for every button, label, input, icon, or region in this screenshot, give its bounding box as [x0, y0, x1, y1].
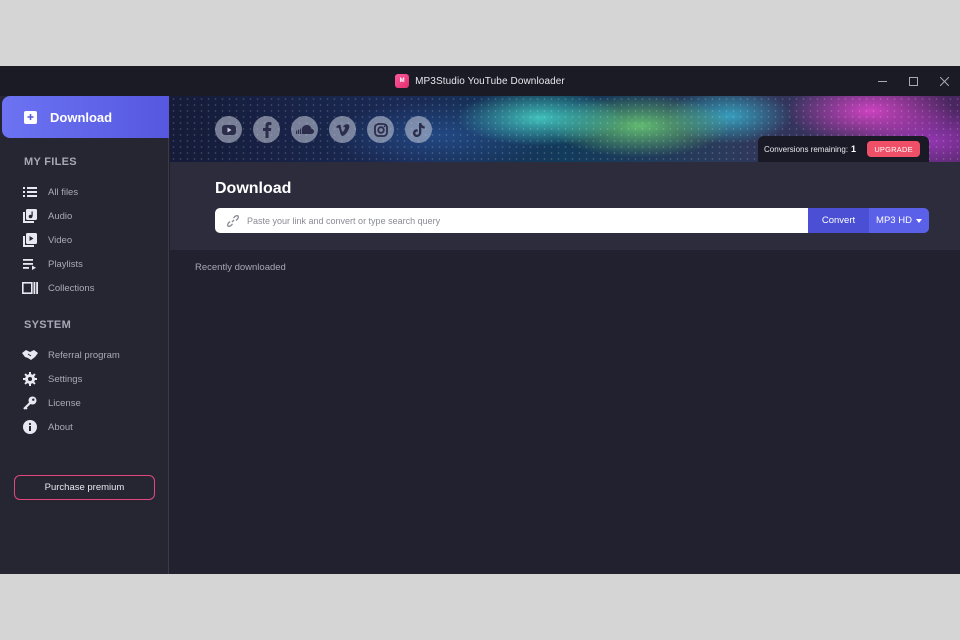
sidebar-item-label: About — [48, 421, 73, 433]
upgrade-button[interactable]: UPGRADE — [867, 141, 921, 157]
minimize-button[interactable] — [867, 66, 898, 96]
main-content: Conversions remaining: 1 UPGRADE Downloa… — [170, 96, 960, 574]
app-logo-icon: M — [395, 74, 410, 88]
soundcloud-icon[interactable] — [291, 116, 318, 143]
collections-icon — [22, 280, 38, 296]
sidebar-item-collections[interactable]: Collections — [22, 279, 94, 297]
sidebar-item-settings[interactable]: Settings — [22, 370, 82, 388]
sidebar-item-playlists[interactable]: Playlists — [22, 255, 83, 273]
window-controls — [867, 66, 960, 96]
format-dropdown[interactable]: MP3 HD — [869, 208, 929, 233]
sidebar-item-label: License — [48, 397, 81, 409]
maximize-button[interactable] — [898, 66, 929, 96]
page-title: Download — [215, 180, 292, 197]
recently-downloaded-label: Recently downloaded — [195, 262, 286, 273]
sidebar-item-about[interactable]: About — [22, 418, 73, 436]
conversions-label: Conversions remaining: — [764, 144, 849, 154]
app-window: M MP3Studio YouTube Downloader Download … — [0, 66, 960, 574]
vimeo-icon[interactable] — [329, 116, 356, 143]
playlist-icon — [22, 256, 38, 272]
play-icon — [22, 232, 38, 248]
facebook-icon[interactable] — [253, 116, 280, 143]
youtube-icon[interactable] — [215, 116, 242, 143]
sidebar-item-label: Video — [48, 234, 73, 246]
close-icon — [940, 76, 949, 86]
link-icon — [227, 214, 239, 227]
purchase-premium-button[interactable]: Purchase premium — [14, 475, 155, 500]
chevron-down-icon — [915, 218, 922, 223]
download-icon — [24, 110, 37, 124]
social-links — [215, 116, 432, 143]
sidebar-item-video[interactable]: Video — [22, 231, 72, 249]
sidebar-item-label: All files — [48, 186, 79, 198]
format-label: MP3 HD — [876, 215, 912, 226]
sidebar: Download MY FILES All files Audio Video — [0, 96, 169, 574]
section-title-system: SYSTEM — [24, 319, 72, 331]
key-icon — [22, 395, 38, 411]
convert-button[interactable]: Convert — [808, 208, 869, 233]
search-input[interactable] — [247, 215, 767, 226]
sidebar-item-referral[interactable]: Referral program — [22, 346, 120, 364]
download-panel: Download Convert MP3 HD — [170, 162, 960, 250]
window-title: MP3Studio YouTube Downloader — [415, 75, 565, 87]
sidebar-item-label: Playlists — [48, 258, 83, 270]
music-note-icon — [22, 208, 38, 224]
gear-icon — [22, 371, 38, 387]
maximize-icon — [909, 76, 918, 86]
section-title-my-files: MY FILES — [24, 156, 77, 168]
search-bar[interactable] — [215, 208, 808, 233]
sidebar-item-label: Download — [50, 109, 113, 125]
title-bar: M MP3Studio YouTube Downloader — [0, 66, 960, 96]
banner: Conversions remaining: 1 UPGRADE — [170, 96, 960, 162]
close-button[interactable] — [929, 66, 960, 96]
list-icon — [22, 184, 38, 200]
sidebar-item-license[interactable]: License — [22, 394, 81, 412]
sidebar-item-download[interactable]: Download — [2, 96, 169, 138]
sidebar-item-all-files[interactable]: All files — [22, 183, 78, 201]
handshake-icon — [22, 347, 38, 363]
sidebar-item-label: Settings — [48, 373, 83, 385]
minimize-icon — [878, 80, 887, 82]
info-icon — [22, 419, 38, 435]
conversions-remaining: Conversions remaining: 1 UPGRADE — [758, 136, 929, 162]
sidebar-item-label: Audio — [48, 210, 73, 222]
instagram-icon[interactable] — [367, 116, 394, 143]
sidebar-item-audio[interactable]: Audio — [22, 207, 72, 225]
sidebar-item-label: Collections — [48, 282, 95, 294]
tiktok-icon[interactable] — [405, 116, 432, 143]
sidebar-item-label: Referral program — [48, 349, 120, 361]
conversions-count: 1 — [851, 144, 857, 154]
